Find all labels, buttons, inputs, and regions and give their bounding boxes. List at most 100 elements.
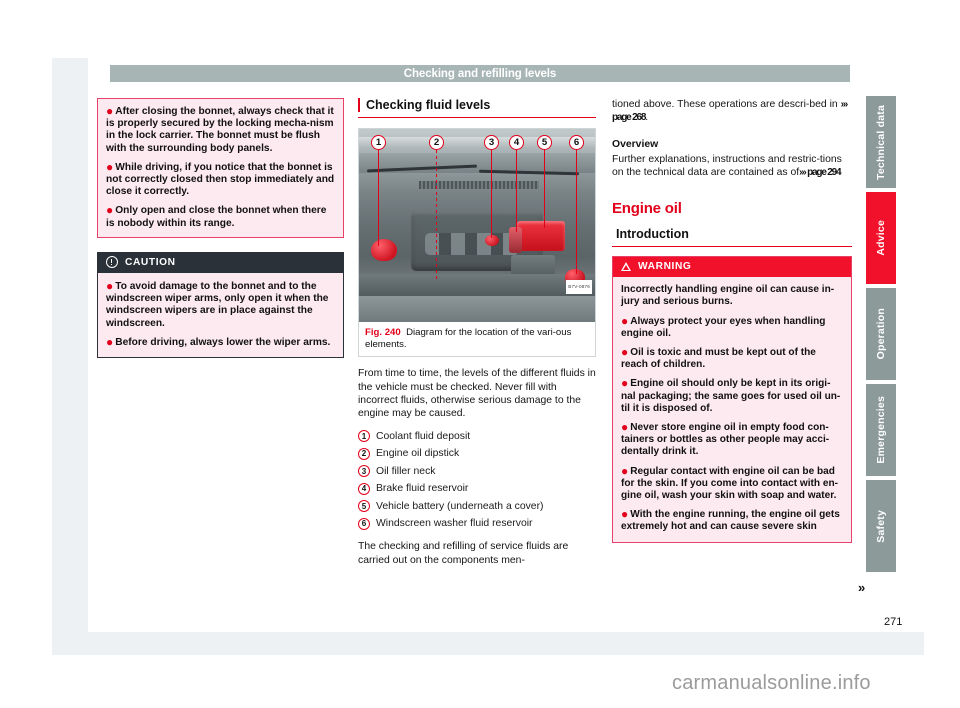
warning-triangle-icon: [621, 262, 631, 272]
overview-paragraph: Further explanations, instructions and r…: [612, 153, 852, 180]
figure-callout-4-stem: [515, 150, 518, 232]
list-item: 5 Vehicle battery (underneath a cover): [358, 500, 596, 513]
caution-box: CAUTION ● To avoid damage to the bonnet a…: [97, 251, 344, 359]
warning-lead: Incorrectly handling engine oil can caus…: [621, 284, 835, 308]
list-item-number: 4: [358, 482, 370, 495]
figure-callout-3-label: 3: [484, 135, 499, 150]
bullet-icon: ●: [621, 313, 629, 328]
figure-caption: Fig. 240 Diagram for the location of the…: [359, 322, 595, 356]
list-item: 4 Brake fluid reservoir: [358, 482, 596, 495]
bullet-icon: ●: [621, 420, 629, 435]
warning-paragraph-4: ● Never store engine oil in empty food co…: [621, 420, 843, 459]
caution-paragraph-2: ● Before driving, always lower the wiper …: [106, 334, 335, 349]
warning-box-title: WARNING: [638, 261, 692, 273]
pdf-viewer-screen: Checking and refilling levels ● After clo…: [0, 0, 960, 708]
list-item: 1 Coolant fluid deposit: [358, 430, 596, 443]
warning-paragraph-5-text: Regular contact with engine oil can be b…: [621, 465, 839, 502]
bullet-icon: ●: [106, 104, 114, 118]
sub-section-heading: Introduction: [616, 227, 689, 242]
bullet-icon: ●: [621, 376, 629, 391]
figure-callout-5: 5: [537, 135, 552, 228]
warning-paragraph-3-text: Engine oil should only be kept in its or…: [621, 378, 841, 414]
note-box: ● After closing the bonnet, always check …: [97, 98, 344, 238]
bullet-icon: ●: [106, 159, 114, 174]
tab-technical-data[interactable]: Technical data: [866, 96, 896, 188]
figure-callout-2-label: 2: [429, 135, 444, 150]
figure-callout-2: 2: [429, 135, 444, 280]
figure-callout-1-stem: [377, 150, 380, 246]
continuation-arrow-icon: »: [858, 580, 865, 595]
list-item-label: Windscreen washer fluid reservoir: [376, 518, 533, 530]
photo-lower-cowl: [359, 274, 595, 296]
warning-paragraph-2-text: Oil is toxic and must be kept out of the…: [621, 347, 816, 371]
caution-paragraph-1-text: To avoid damage to the bonnet and to the…: [106, 281, 329, 329]
tab-operation-label: Operation: [875, 308, 887, 360]
sub-section-rule: [612, 246, 852, 248]
warning-paragraph-4-text: Never store engine oil in empty food con…: [621, 422, 830, 458]
list-item: 3 Oil filler neck: [358, 465, 596, 478]
figure-callout-6: 6: [569, 135, 584, 274]
page-title: Engine oil: [612, 199, 682, 217]
running-header: Checking and refilling levels: [110, 65, 850, 82]
bullet-icon: ●: [621, 345, 629, 360]
overview-heading: Overview: [612, 138, 659, 150]
tab-operation[interactable]: Operation: [866, 288, 896, 380]
numbered-component-list: 1 Coolant fluid deposit 2 Engine oil dip…: [358, 430, 596, 531]
bullet-icon: ●: [621, 507, 629, 522]
list-item-label: Oil filler neck: [376, 465, 436, 477]
warning-box: WARNING Incorrectly handling engine oil …: [612, 256, 852, 543]
continued-paragraph: tioned above. These operations are descr…: [612, 98, 852, 125]
right-column: tioned above. These operations are descr…: [612, 98, 852, 543]
figure-callout-2-stem: [435, 150, 438, 280]
note-paragraph-2-text: While driving, if you notice that the bo…: [106, 161, 335, 198]
tab-advice-label: Advice: [875, 220, 887, 256]
list-item: 6 Windscreen washer fluid reservoir: [358, 517, 596, 530]
warning-paragraph-1: ● Always protect your eyes when handling …: [621, 313, 843, 340]
figure-callout-5-label: 5: [537, 135, 552, 150]
list-item-number: 5: [358, 500, 370, 513]
figure-callout-3-stem: [490, 150, 493, 238]
list-item-label: Brake fluid reservoir: [376, 483, 469, 495]
warning-box-header: WARNING: [613, 257, 851, 278]
caution-paragraph-2-text: Before driving, always lower the wiper a…: [115, 336, 331, 348]
warning-paragraph-3: ● Engine oil should only be kept in its o…: [621, 376, 843, 415]
photo-bottom-bar: [359, 296, 595, 322]
left-column: ● After closing the bonnet, always check …: [97, 98, 344, 359]
warning-box-body: Incorrectly handling engine oil can caus…: [613, 277, 851, 542]
note-paragraph-2: ● While driving, if you notice that the b…: [106, 159, 335, 199]
figure-callout-3: 3: [484, 135, 499, 238]
figure-callout-6-stem: [575, 150, 578, 274]
tab-safety[interactable]: Safety: [866, 480, 896, 572]
bullet-icon: ●: [621, 463, 629, 478]
note-paragraph-1: ● After closing the bonnet, always check …: [106, 104, 335, 155]
figure-callout-4-label: 4: [509, 135, 524, 150]
figure-callout-6-label: 6: [569, 135, 584, 150]
caution-box-header: CAUTION: [98, 252, 343, 274]
list-item-number: 6: [358, 517, 370, 530]
tab-advice[interactable]: Advice: [866, 192, 896, 284]
tab-emergencies[interactable]: Emergencies: [866, 384, 896, 476]
figure-240: 1 2 3 4 5 6 B7V-0876 Fig. 240 Diagram fo…: [358, 128, 596, 358]
exclaim-circle-icon: [106, 256, 118, 269]
list-item-label: Vehicle battery (underneath a cover): [376, 500, 544, 512]
caution-box-title: CAUTION: [125, 256, 176, 268]
closing-paragraph: The checking and refilling of service fl…: [358, 541, 569, 566]
warning-paragraph-6-text: With the engine running, the engine oil …: [621, 509, 840, 533]
engine-bay-photo: 1 2 3 4 5 6 B7V-0876: [359, 129, 595, 322]
tab-emergencies-label: Emergencies: [875, 396, 887, 464]
figure-callout-4: 4: [509, 135, 524, 232]
bullet-icon: ●: [106, 334, 114, 349]
tab-safety-label: Safety: [875, 509, 887, 543]
intro-paragraph: From time to time, the levels of the dif…: [358, 368, 596, 420]
page-number: 271: [884, 616, 903, 628]
list-item-label: Coolant fluid deposit: [376, 430, 471, 442]
photo-bonnet-edge: [359, 137, 595, 149]
caution-box-body: ● To avoid damage to the bonnet and to th…: [98, 273, 343, 358]
list-item-label: Engine oil dipstick: [376, 448, 460, 460]
page-reference-294[interactable]: ››› page 294: [799, 167, 841, 178]
figure-callout-1-label: 1: [371, 135, 386, 150]
figure-caption-label: Fig. 240: [365, 327, 401, 338]
warning-paragraph-6: ● With the engine running, the engine oil…: [621, 507, 843, 533]
list-item: 2 Engine oil dipstick: [358, 447, 596, 460]
watermark: carmanualsonline.info: [672, 672, 871, 694]
